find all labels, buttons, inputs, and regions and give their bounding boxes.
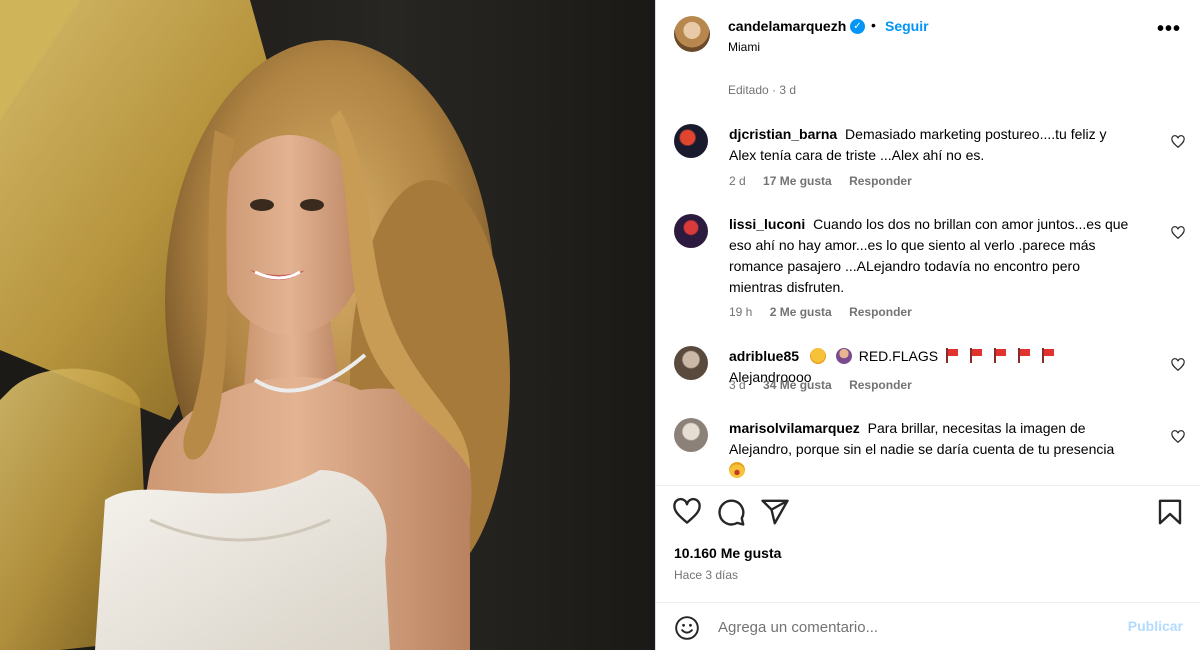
comment-meta: 2 d 17 Me gusta Responder bbox=[729, 174, 926, 188]
action-bar bbox=[656, 497, 1200, 531]
paper-plane-icon[interactable] bbox=[760, 497, 790, 527]
owner-avatar[interactable] bbox=[674, 16, 710, 52]
red-flag-icon bbox=[1041, 348, 1055, 363]
comment-likes[interactable]: 17 Me gusta bbox=[763, 174, 832, 188]
reply-button[interactable]: Responder bbox=[849, 378, 912, 392]
comment-body: marisolvilamarquez Para brillar, necesit… bbox=[729, 418, 1129, 481]
post-location[interactable]: Miami bbox=[728, 40, 760, 54]
commenter-avatar[interactable] bbox=[674, 418, 708, 452]
post-header: candelamarquezh ✓ • Seguir Miami ••• bbox=[656, 0, 1200, 72]
reply-button[interactable]: Responder bbox=[849, 174, 912, 188]
post-panel: candelamarquezh ✓ • Seguir Miami ••• Edi… bbox=[655, 0, 1200, 650]
heart-icon[interactable] bbox=[672, 497, 702, 527]
comment-meta: 3 d 34 Me gusta Responder bbox=[729, 378, 926, 392]
comment-time: 19 h bbox=[729, 305, 753, 319]
comment-icon[interactable] bbox=[716, 497, 746, 527]
separator-dot: • bbox=[871, 17, 876, 33]
comment-likes[interactable]: 34 Me gusta bbox=[763, 378, 832, 392]
commenter-avatar[interactable] bbox=[674, 346, 708, 380]
emoji-smile-icon[interactable] bbox=[674, 615, 700, 641]
add-comment-bar: Publicar bbox=[656, 602, 1200, 650]
comment-username[interactable]: lissi_luconi bbox=[729, 216, 805, 232]
section-divider bbox=[656, 485, 1200, 486]
comment-username[interactable]: djcristian_barna bbox=[729, 126, 837, 142]
owner-username[interactable]: candelamarquezh bbox=[728, 18, 846, 34]
person-facepalming-emoji-icon bbox=[835, 348, 852, 364]
comment-input[interactable] bbox=[718, 615, 1098, 639]
flushed-face-emoji-icon bbox=[809, 348, 826, 364]
comment-username[interactable]: marisolvilamarquez bbox=[729, 420, 860, 436]
post-timestamp: Hace 3 días bbox=[674, 568, 739, 582]
comment-likes[interactable]: 2 Me gusta bbox=[770, 305, 832, 319]
comment-username[interactable]: adriblue85 bbox=[729, 348, 799, 364]
comment-time: 3 d bbox=[729, 378, 746, 392]
red-flag-icon bbox=[969, 348, 983, 363]
publish-button[interactable]: Publicar bbox=[1128, 618, 1183, 634]
verified-badge-icon: ✓ bbox=[850, 19, 865, 34]
likes-count[interactable]: 10.160 Me gusta bbox=[674, 545, 781, 561]
comment-text-part: RED.FLAGS bbox=[858, 348, 939, 364]
bookmark-icon[interactable] bbox=[1155, 497, 1185, 527]
comment-heart-icon[interactable] bbox=[1171, 430, 1185, 444]
more-options-icon[interactable]: ••• bbox=[1157, 19, 1181, 39]
follow-button[interactable]: Seguir bbox=[885, 18, 929, 34]
reply-button[interactable]: Responder bbox=[849, 305, 912, 319]
comment-heart-icon[interactable] bbox=[1171, 226, 1185, 240]
photo-illustration bbox=[0, 0, 655, 650]
comments-list[interactable]: djcristian_barna Demasiado marketing pos… bbox=[656, 110, 1200, 485]
comment-time: 2 d bbox=[729, 174, 746, 188]
comment-heart-icon[interactable] bbox=[1171, 135, 1185, 149]
red-flag-icon bbox=[945, 348, 959, 363]
comment-body: lissi_luconi Cuando los dos no brillan c… bbox=[729, 214, 1129, 298]
commenter-avatar[interactable] bbox=[674, 124, 708, 158]
edited-label: Editado · 3 d bbox=[728, 83, 797, 97]
red-flag-icon bbox=[993, 348, 1007, 363]
red-flag-icon bbox=[1017, 348, 1031, 363]
commenter-avatar[interactable] bbox=[674, 214, 708, 248]
comment-heart-icon[interactable] bbox=[1171, 358, 1185, 372]
post-photo[interactable] bbox=[0, 0, 655, 650]
astonished-face-emoji-icon bbox=[729, 462, 745, 478]
comment-meta: 19 h 2 Me gusta Responder bbox=[729, 305, 926, 319]
comment-body: djcristian_barna Demasiado marketing pos… bbox=[729, 124, 1129, 166]
